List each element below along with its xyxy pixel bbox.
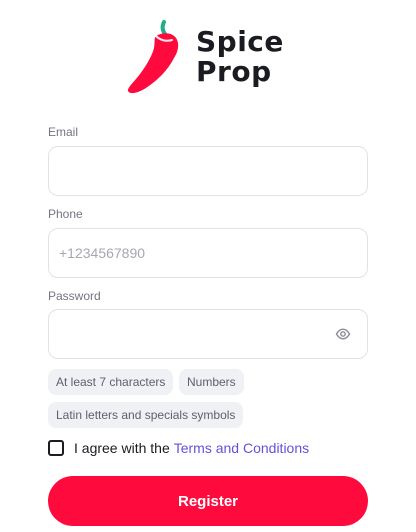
email-label: Email: [48, 125, 79, 139]
brand-name-line2: Prop: [196, 55, 272, 88]
email-field[interactable]: [48, 146, 368, 196]
phone-label: Phone: [48, 207, 83, 221]
chili-pepper-icon: [127, 20, 179, 94]
terms-agreement: I agree with the Terms and Conditions: [48, 438, 309, 458]
agree-text: I agree with the: [74, 440, 170, 456]
phone-field[interactable]: [48, 228, 368, 278]
eye-icon[interactable]: [335, 326, 351, 342]
password-rule-chip: At least 7 characters: [48, 369, 174, 395]
agree-checkbox[interactable]: [48, 440, 64, 456]
brand-logo: Spice Prop: [126, 18, 296, 98]
brand-name-line1: Spice: [196, 25, 284, 58]
password-label: Password: [48, 289, 101, 303]
password-field[interactable]: [48, 309, 368, 359]
password-rule-chip: Latin letters and specials symbols: [48, 402, 244, 428]
register-button[interactable]: Register: [48, 476, 368, 526]
brand-name: Spice Prop: [196, 27, 284, 87]
terms-link[interactable]: Terms and Conditions: [174, 440, 309, 456]
password-rule-chip: Numbers: [179, 369, 244, 395]
